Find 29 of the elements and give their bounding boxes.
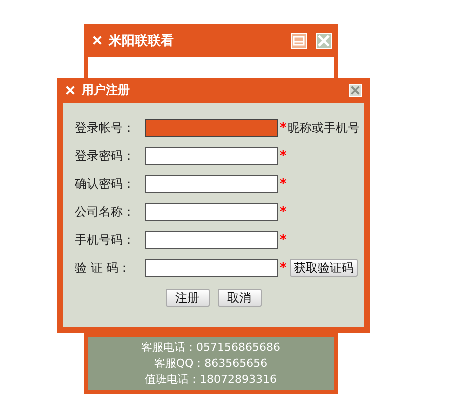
contact-line: 值班电话：18072893316: [145, 372, 277, 388]
required-mark: *: [280, 260, 287, 276]
input-field[interactable]: [145, 119, 278, 137]
window-title: 米阳联联看: [109, 32, 174, 50]
field-label: 手机号码：: [75, 232, 136, 248]
required-mark: *: [280, 204, 287, 220]
register-button[interactable]: 注册: [166, 289, 210, 307]
cancel-button[interactable]: 取消: [218, 289, 262, 307]
dialog-title: 用户注册: [82, 82, 130, 99]
contact-line: 客服QQ：863565656: [154, 356, 268, 372]
input-field[interactable]: [145, 203, 278, 221]
minimize-icon[interactable]: [291, 32, 307, 48]
contact-line: 客服电话：057156865686: [142, 340, 280, 356]
field-label: 登录密码：: [75, 148, 136, 164]
input-field[interactable]: [145, 175, 278, 193]
required-mark: *: [280, 176, 287, 192]
input-field[interactable]: [145, 231, 278, 249]
required-mark: *: [280, 148, 287, 164]
input-field[interactable]: [145, 259, 278, 277]
field-hint: 昵称或手机号: [288, 120, 360, 136]
field-label: 确认密码：: [75, 176, 136, 192]
input-field[interactable]: [145, 147, 278, 165]
field-label: 登录帐号：: [75, 120, 136, 136]
required-mark: *: [280, 232, 287, 248]
required-mark: *: [280, 120, 287, 136]
field-label: 公司名称：: [75, 204, 136, 220]
field-label: 验 证 码：: [75, 260, 132, 276]
get-code-button[interactable]: 获取验证码: [290, 259, 358, 277]
close-icon[interactable]: [349, 84, 362, 97]
